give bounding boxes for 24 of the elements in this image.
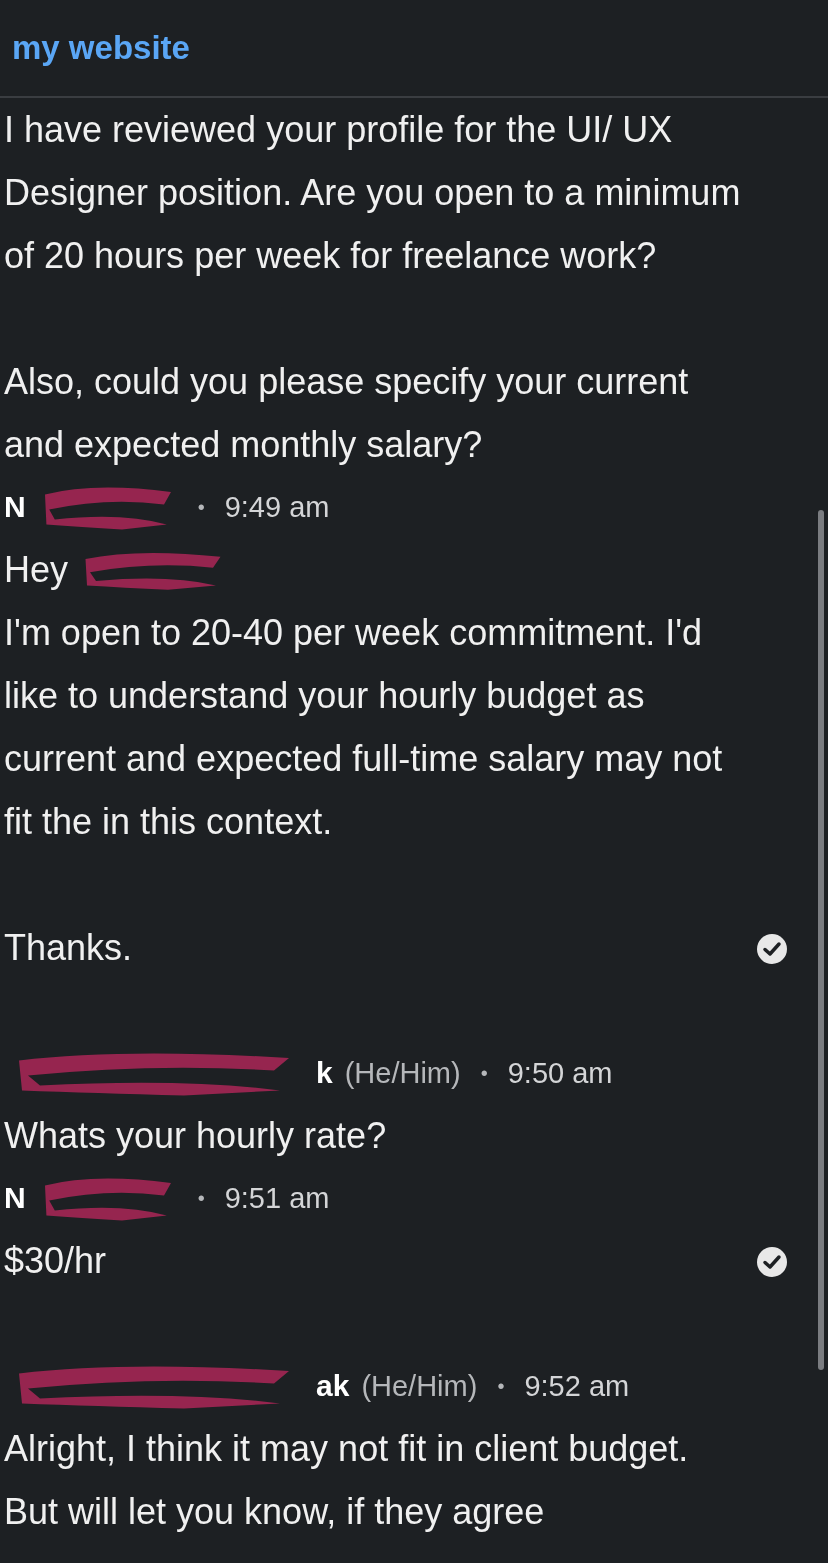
message-time: 9:49 am	[224, 490, 330, 524]
sender-name[interactable]: N	[4, 1181, 26, 1215]
message-text: Whats your hourly rate?	[4, 1114, 388, 1158]
sender-name[interactable]: k	[316, 1056, 333, 1090]
message-text: Also, could you please specify your current and expected monthly salary?	[4, 360, 690, 467]
message-time: 9:52 am	[524, 1369, 630, 1403]
sender-pronouns: (He/Him)	[344, 1056, 461, 1090]
separator-dot: •	[197, 495, 205, 519]
message-text: $30/hr	[4, 1239, 108, 1283]
message-time: 9:51 am	[224, 1181, 330, 1215]
separator-dot: •	[480, 1061, 488, 1085]
message-text: I have reviewed your profile for the UI/ UX Designer position. Are you open to a minimum of 20 hours per week for freelance work?	[4, 108, 742, 278]
message-text: Thanks.	[4, 926, 134, 970]
sender-name[interactable]: ak	[316, 1369, 350, 1403]
message-text: Alright, I think it may not fit in client budget. But will let you know, if they agree	[4, 1427, 690, 1534]
scrollbar[interactable]	[818, 510, 824, 1370]
site-link[interactable]: my website	[12, 29, 190, 67]
sender-pronouns: (He/Him)	[361, 1369, 478, 1403]
message-time: 9:50 am	[507, 1056, 613, 1090]
sender-name[interactable]: N	[4, 490, 26, 524]
separator-dot: •	[197, 1186, 205, 1210]
separator-dot: •	[497, 1374, 505, 1398]
message-text: Hey	[4, 548, 69, 592]
message-text: I'm open to 20-40 per week commitment. I'd like to understand your hourly budget as current and expected full-time salary may not fit the in this context.	[4, 611, 724, 844]
